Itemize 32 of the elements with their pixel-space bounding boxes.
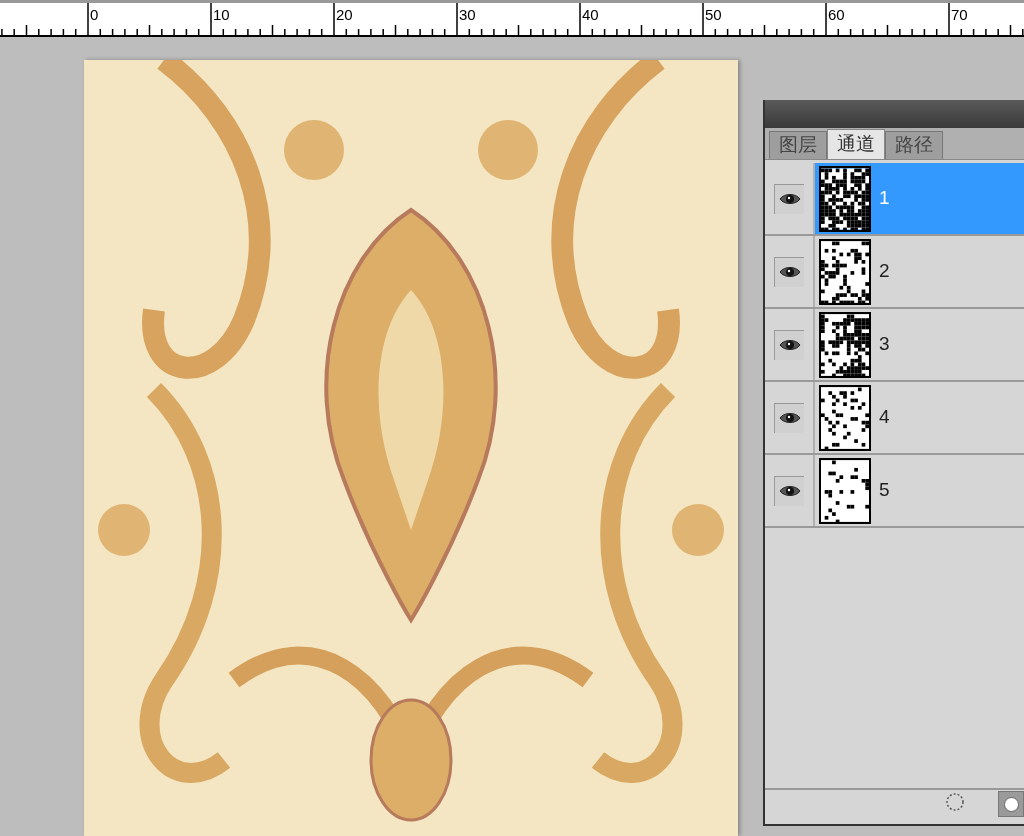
ruler-label: 10 <box>213 7 230 23</box>
ruler-label: 50 <box>705 7 722 23</box>
visibility-toggle[interactable] <box>774 183 804 214</box>
channel-name: 2 <box>879 259 890 284</box>
ruler-label: 40 <box>582 7 599 23</box>
eye-icon <box>778 192 801 206</box>
channel-row[interactable]: 3 <box>765 309 1024 382</box>
eye-icon <box>778 265 801 279</box>
channel-name: 5 <box>879 478 890 503</box>
save-selection-button[interactable] <box>998 791 1024 817</box>
visibility-toggle[interactable] <box>774 256 804 287</box>
channel-name: 3 <box>879 332 890 357</box>
panel-tab[interactable]: 图层 <box>769 131 827 159</box>
panel-tab[interactable]: 通道 <box>827 129 885 159</box>
ruler-label: 60 <box>828 7 845 23</box>
channel-row[interactable]: 5 <box>765 455 1024 528</box>
ruler-label: 70 <box>951 7 968 23</box>
eye-icon <box>778 411 801 425</box>
ruler-label: 30 <box>459 7 476 23</box>
load-selection-icon[interactable] <box>945 792 965 812</box>
channel-row[interactable]: 4 <box>765 382 1024 455</box>
channel-name: 1 <box>879 186 890 211</box>
eye-icon <box>778 484 801 498</box>
channel-row[interactable]: 2 <box>765 236 1024 309</box>
eye-icon <box>778 338 801 352</box>
panel-tab[interactable]: 路径 <box>885 131 943 159</box>
channel-name: 4 <box>879 405 890 430</box>
visibility-toggle[interactable] <box>774 329 804 360</box>
visibility-toggle[interactable] <box>774 402 804 433</box>
ruler-label: 20 <box>336 7 353 23</box>
ruler-label: 0 <box>90 7 99 23</box>
visibility-toggle[interactable] <box>774 475 804 506</box>
